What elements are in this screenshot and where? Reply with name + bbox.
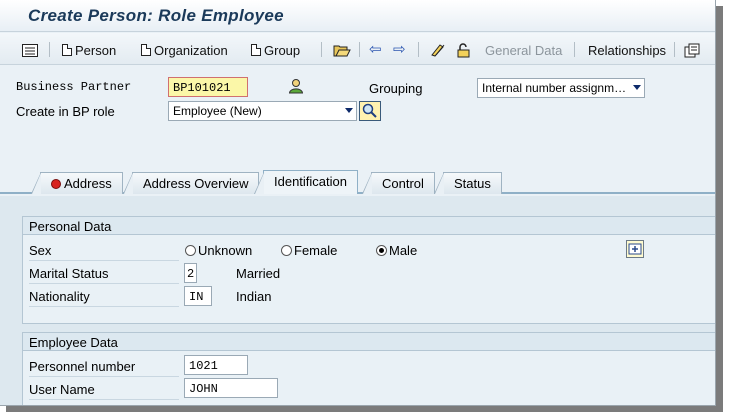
create-group-label: Group: [264, 42, 301, 58]
tab-control-label: Control: [382, 176, 424, 191]
create-organization-label: Organization: [154, 42, 228, 58]
grouping-label: Grouping: [369, 81, 423, 96]
edit-pencil-icon[interactable]: [430, 41, 446, 59]
user-name-label: User Name: [29, 380, 179, 400]
personnel-number-field[interactable]: 1021: [184, 355, 248, 375]
personal-data-title: Personal Data: [23, 217, 715, 235]
business-partner-field[interactable]: BP101021: [168, 77, 248, 97]
more-fields-icon[interactable]: [626, 240, 644, 258]
nationality-field[interactable]: IN: [184, 286, 212, 306]
marital-status-label: Marital Status: [29, 264, 179, 284]
toolbar-separator: [418, 42, 419, 57]
personal-data-group: Personal Data Sex Unknown Female Male Ma…: [22, 216, 715, 324]
create-person-label: Person: [75, 42, 117, 58]
document-icon: [251, 44, 261, 56]
display-change-icon[interactable]: [455, 41, 471, 59]
document-icon: [141, 44, 151, 56]
create-person-button[interactable]: Person: [62, 41, 116, 59]
tab-address-label: Address: [64, 176, 112, 191]
sap-window: Create Person: Role Employee Person Orga…: [0, 0, 716, 406]
grouping-select[interactable]: Internal number assignm…: [477, 78, 645, 98]
employee-data-group: Employee Data Personnel number 1021 User…: [22, 332, 715, 405]
window-title: Create Person: Role Employee: [28, 6, 284, 25]
sex-label: Sex: [29, 241, 179, 261]
next-arrow-icon[interactable]: ⇨: [393, 41, 406, 59]
role-search-button[interactable]: [359, 101, 381, 124]
tab-address-overview-label: Address Overview: [143, 176, 249, 191]
sex-option-label: Female: [294, 243, 338, 258]
error-icon: [51, 179, 61, 189]
sex-option-label: Unknown: [198, 243, 253, 258]
bp-role-value: Employee (New): [173, 104, 262, 118]
tab-status[interactable]: Status: [434, 172, 502, 194]
open-folder-icon[interactable]: [333, 41, 351, 59]
tab-control[interactable]: Control: [362, 172, 435, 194]
toolbar-separator: [359, 42, 360, 57]
toolbar-separator: [49, 42, 50, 57]
sex-option-label: Male: [389, 243, 418, 258]
bp-role-select[interactable]: Employee (New): [168, 101, 357, 121]
document-icon: [62, 44, 72, 56]
tab-identification-label: Identification: [274, 174, 347, 189]
relationships-button[interactable]: Relationships: [588, 41, 666, 59]
details-icon[interactable]: [22, 41, 38, 59]
title-bar: Create Person: Role Employee: [0, 0, 715, 32]
sex-radio-female[interactable]: Female: [281, 243, 337, 258]
window-shadow-right: [716, 6, 723, 410]
user-name-field[interactable]: JOHN: [184, 378, 278, 398]
chevron-down-icon: [345, 108, 353, 113]
documents-icon[interactable]: [684, 41, 700, 59]
person-icon[interactable]: [288, 78, 304, 97]
tab-address-overview[interactable]: Address Overview: [123, 172, 260, 194]
tab-identification[interactable]: Identification: [254, 170, 358, 194]
previous-arrow-icon[interactable]: ⇦: [369, 41, 382, 59]
business-partner-label: Business Partner: [16, 80, 132, 94]
toolbar-separator: [674, 42, 675, 57]
tab-status-label: Status: [454, 176, 491, 191]
general-data-button[interactable]: General Data: [485, 41, 562, 59]
marital-status-field[interactable]: 2: [184, 263, 197, 283]
grouping-value: Internal number assignm…: [482, 81, 627, 95]
bp-role-label: Create in BP role: [16, 104, 115, 119]
toolbar-separator: [574, 42, 575, 57]
nationality-label: Nationality: [29, 287, 179, 307]
tab-address[interactable]: Address: [31, 172, 123, 194]
chevron-down-icon: [633, 85, 641, 90]
personnel-number-label: Personnel number: [29, 357, 179, 377]
tab-strip: Address Address Overview Identification …: [0, 170, 715, 194]
sex-radio-male[interactable]: Male: [376, 243, 417, 258]
tab-content-panel: Personal Data Sex Unknown Female Male Ma…: [0, 196, 715, 405]
toolbar-separator: [321, 42, 322, 57]
application-toolbar: Person Organization Group ⇦ ⇨ General Da…: [0, 33, 715, 65]
window-shadow-bottom: [6, 406, 723, 412]
create-group-button[interactable]: Group: [251, 41, 300, 59]
nationality-text: Indian: [236, 289, 272, 304]
marital-status-text: Married: [236, 266, 281, 281]
employee-data-title: Employee Data: [23, 333, 715, 351]
create-organization-button[interactable]: Organization: [141, 41, 228, 59]
sex-radio-unknown[interactable]: Unknown: [185, 243, 252, 258]
